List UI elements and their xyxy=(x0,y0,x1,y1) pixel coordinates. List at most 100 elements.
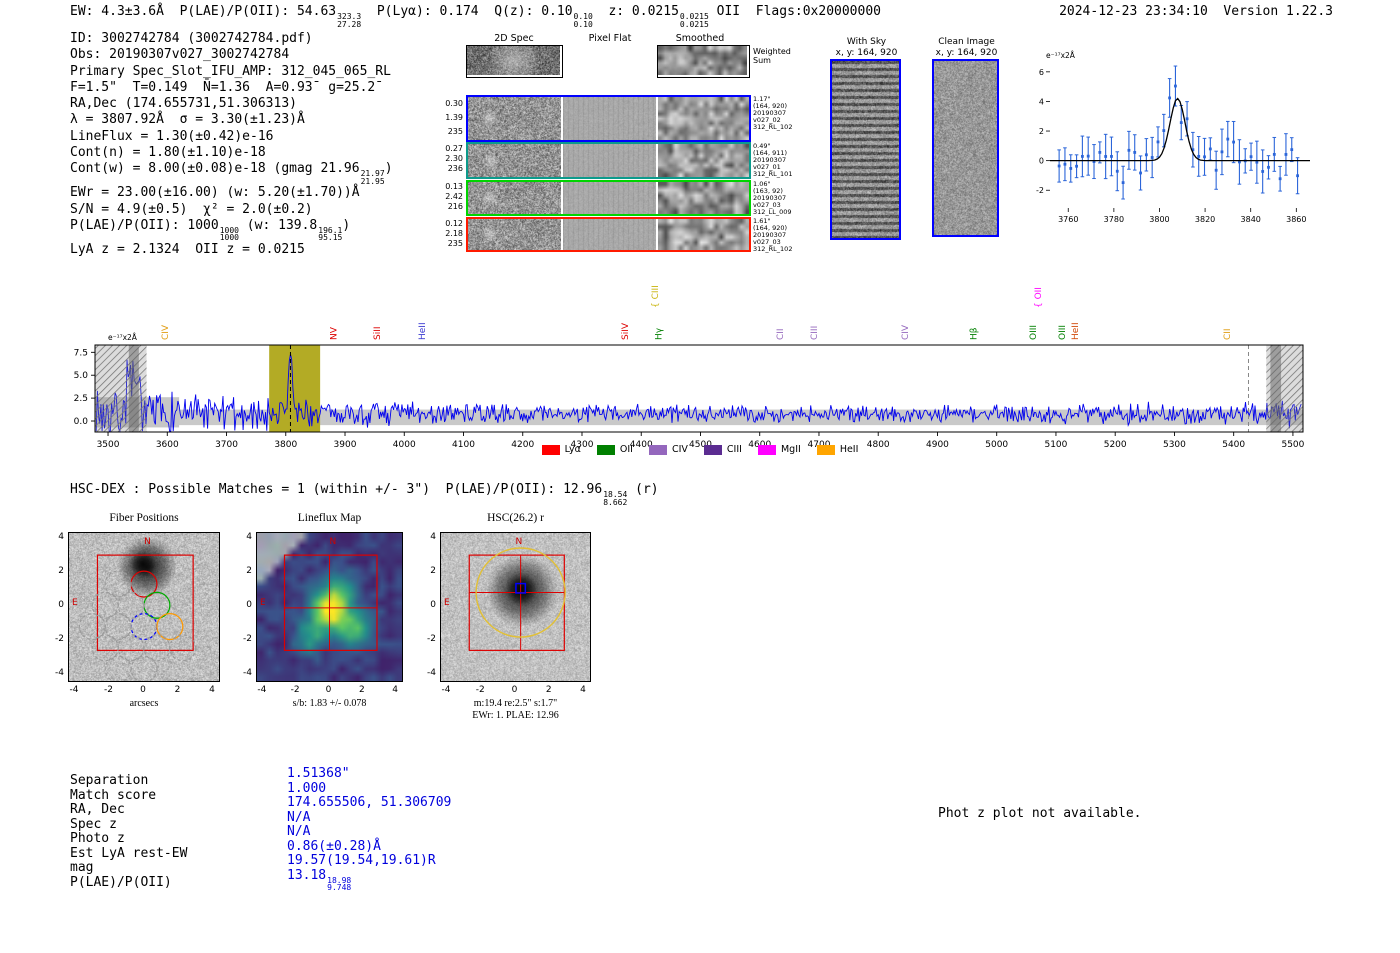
fiber-positions-panel: Fiber Positions NE arcsecs -4 -4 -2 -2 0 0 2 2 4… xyxy=(38,506,253,724)
svg-text:E: E xyxy=(444,598,450,608)
legend-label: CIV xyxy=(671,444,688,455)
lineflux-map-panel: Lineflux Map NE s/b: 1.83 +/- 0.078 -4 -4… xyxy=(226,506,441,724)
axis-tick-label: 4 xyxy=(246,531,252,542)
legend-item: CIII xyxy=(703,444,742,455)
axis-tick-label: 4 xyxy=(392,685,399,695)
svg-text:OIII: OIII xyxy=(1058,325,1068,340)
timestamp-version: 2024-12-23 23:34:10 Version 1.22.3 xyxy=(1059,4,1333,19)
svg-text:{ CIII: { CIII xyxy=(651,285,661,308)
spec2d-row-left-stats: 0.27 2.30 236 xyxy=(445,144,463,173)
legend-swatch xyxy=(816,444,835,455)
info-line: Cont(n) = 1.80(±1.10)e-18 xyxy=(70,145,266,161)
svg-text:3900: 3900 xyxy=(334,440,357,450)
svg-text:3800: 3800 xyxy=(274,440,297,450)
svg-text:2.5: 2.5 xyxy=(74,394,88,404)
axis-tick-label: 4 xyxy=(580,685,586,695)
spectrum-legend: Lyα OII CIV CIII MgII HeII xyxy=(420,444,980,455)
spec2d-2d-cell xyxy=(468,97,561,140)
legend-item: HeII xyxy=(816,444,859,455)
svg-text:5400: 5400 xyxy=(1222,440,1245,450)
axis-tick-label: 0 xyxy=(58,600,64,610)
svg-text:{ OII: { OII xyxy=(1034,287,1044,308)
axis-tick-label: 4 xyxy=(58,531,64,542)
spec2d-smoothed-cell xyxy=(658,144,749,177)
axis-tick-label: 2 xyxy=(358,685,365,695)
with-sky-title: With Sky xyxy=(846,37,887,47)
match-field-value: 13.18 18.98 9.748 xyxy=(287,867,352,893)
spec2d-2d-cell xyxy=(468,219,561,250)
info-line: P(LAE)/P(OII): 1000 1000 1000 (w: 139.8 196… xyxy=(70,217,351,243)
svg-text:7.5: 7.5 xyxy=(74,348,88,358)
axis-tick-label: 2 xyxy=(545,685,552,695)
fiber-positions-overlay: NE xyxy=(72,537,197,681)
info-line: F=1.5" T=0.149 N̄=1.36 A=0.93̄ g=25.2̄ xyxy=(70,79,376,95)
axis-tick-label: -2 xyxy=(290,685,300,695)
lineflux-map-overlay: NE xyxy=(260,537,378,651)
svg-text:3700: 3700 xyxy=(215,440,238,450)
info-line: Primary Spec_Slot_IFU_AMP: 312_045_065_R… xyxy=(70,63,391,79)
svg-text:CIV: CIV xyxy=(161,324,171,340)
match-field-value: 174.655506, 51.306709 xyxy=(287,795,452,811)
svg-text:4000: 4000 xyxy=(393,440,416,450)
axis-tick-label: 0 xyxy=(140,685,146,695)
hsc-mag-caption: m:19.4 re:2.5" s:1.7" xyxy=(473,698,558,709)
svg-text:3780: 3780 xyxy=(1104,215,1124,224)
svg-text:E: E xyxy=(72,598,78,608)
svg-text:2: 2 xyxy=(1039,127,1044,136)
spec2d-fiber-row xyxy=(466,95,751,142)
spec2d-pixelflat-cell xyxy=(563,144,656,177)
hsc-r-frame: NE xyxy=(440,532,591,682)
axis-tick-label: 2 xyxy=(430,565,436,576)
svg-text:3820: 3820 xyxy=(1195,215,1215,224)
svg-text:0.0: 0.0 xyxy=(74,417,89,427)
with-sky-image xyxy=(832,61,899,238)
legend-label: Lyα xyxy=(564,444,581,455)
axis-tick-label: 4 xyxy=(209,685,215,695)
svg-text:3760: 3760 xyxy=(1058,215,1078,224)
legend-item: CIV xyxy=(648,444,688,455)
legend-item: Lyα xyxy=(541,444,581,455)
legend-label: OII xyxy=(619,444,633,455)
legend-swatch xyxy=(703,444,722,455)
svg-text:e⁻¹⁷x2Å: e⁻¹⁷x2Å xyxy=(1046,51,1076,60)
with-sky-xy: x, y: 164, 920 xyxy=(835,48,898,58)
svg-text:3800: 3800 xyxy=(1149,215,1169,224)
svg-text:E: E xyxy=(260,598,266,608)
hsc-r-overlay: NE xyxy=(444,537,566,651)
spec2d-smoothed-cell xyxy=(658,182,749,214)
axis-tick-label: 4 xyxy=(430,531,436,542)
axis-tick-label: -4 xyxy=(69,685,79,695)
clean-image-xy: x, y: 164, 920 xyxy=(935,48,998,58)
svg-text:CIV: CIV xyxy=(901,324,911,340)
svg-text:5200: 5200 xyxy=(1104,440,1127,450)
svg-text:CII: CII xyxy=(1223,328,1233,340)
svg-text:CIII: CIII xyxy=(810,326,820,340)
spec2d-row-left-stats: 0.13 2.42 216 xyxy=(445,182,463,211)
svg-text:3860: 3860 xyxy=(1286,215,1306,224)
axis-tick-label: -4 xyxy=(427,668,436,679)
svg-text:NV: NV xyxy=(330,326,340,340)
legend-swatch xyxy=(596,444,615,455)
svg-text:3840: 3840 xyxy=(1241,215,1261,224)
fiber-positions-frame: NE xyxy=(68,532,220,682)
detection-info-block: ID: 3002742784 (3002742784.pdf) Obs: 2019… xyxy=(70,31,393,258)
info-line: Cont(w) = 8.00(±0.08)e-18 (gmag 21.96 21.… xyxy=(70,161,393,186)
legend-swatch xyxy=(757,444,776,455)
axis-tick-label: -2 xyxy=(104,685,113,695)
svg-text:N: N xyxy=(329,537,336,547)
svg-text:Hγ: Hγ xyxy=(654,327,664,340)
legend-label: HeII xyxy=(839,444,859,455)
spec2d-pixelflat-cell xyxy=(563,182,656,214)
elixer-detection-report: EW: 4.3±3.6Å P(LAE)/P(OII): 54.63 323.3 27… xyxy=(0,0,1400,953)
svg-text:5300: 5300 xyxy=(1163,440,1186,450)
axis-tick-label: 0 xyxy=(511,685,518,695)
svg-text:e⁻¹⁷x2Å: e⁻¹⁷x2Å xyxy=(108,333,138,342)
legend-label: CIII xyxy=(726,444,742,455)
photz-note: Phot z plot not available. xyxy=(938,806,1142,821)
axis-tick-label: 0 xyxy=(430,600,436,610)
axis-tick-label: -4 xyxy=(55,668,64,679)
axis-tick-label: -2 xyxy=(427,634,436,645)
lineflux-map-title: Lineflux Map xyxy=(297,512,362,524)
legend-item: MgII xyxy=(757,444,801,455)
info-line: λ = 3807.92Å σ = 3.30(±1.23)Å xyxy=(70,112,305,128)
